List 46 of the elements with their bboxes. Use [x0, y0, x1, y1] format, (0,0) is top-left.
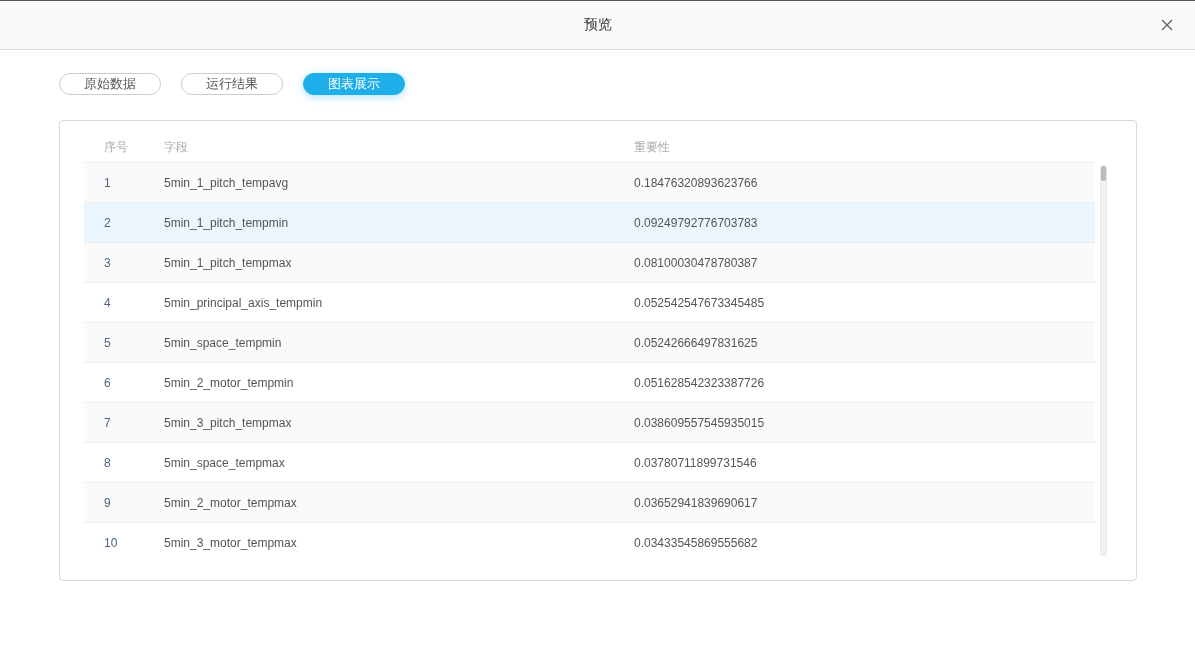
tab[interactable]: 原始数据	[59, 73, 161, 95]
table-cell: 0.051628542323387726	[634, 375, 765, 390]
close-button[interactable]	[1161, 19, 1173, 31]
table-cell-text: 5min_3_motor_tempmax	[164, 535, 298, 550]
table-cell-text: 6	[103, 375, 112, 390]
table-cell-text: 8	[103, 455, 112, 470]
tab[interactable]: 运行结果	[181, 73, 283, 95]
table-cell-text: 10	[103, 535, 119, 550]
table-cell-text: 1	[103, 175, 112, 190]
table-cell-text: 3	[103, 255, 112, 270]
table-cell-text: 5min_2_motor_tempmin	[164, 375, 295, 390]
table-cell-text: 5min_1_pitch_tempavg	[164, 175, 290, 190]
table-cell: 0.03433545869555682	[634, 535, 758, 550]
table-row[interactable]: 9 5min_2_motor_tempmax 0.03652941839690617	[84, 483, 1095, 523]
close-icon	[1161, 19, 1173, 31]
table-cell-text: 5min_space_tempmin	[164, 335, 283, 350]
table-cell-text: 9	[103, 495, 112, 510]
table-row[interactable]: 1 5min_1_pitch_tempavg 0.18476320893623766	[84, 163, 1095, 203]
table-cell-text: 5min_space_tempmax	[164, 455, 286, 470]
dialog-title: 预览	[583, 16, 612, 34]
table-row[interactable]: 3 5min_1_pitch_tempmax 0.08100030478780387	[84, 243, 1095, 283]
table-cell: 0.03652941839690617	[634, 495, 758, 510]
column-header: 字段	[164, 138, 189, 156]
table-cell-text: 7	[103, 415, 112, 430]
table-cell-text: 5min_1_pitch_tempmin	[164, 215, 290, 230]
column-header: 序号	[103, 138, 129, 156]
table-cell: 0.05242666497831625	[634, 335, 758, 350]
table-row[interactable]: 2 5min_1_pitch_tempmin 0.09249792776703783	[84, 203, 1095, 243]
table-cell-text: 5min_2_motor_tempmax	[164, 495, 298, 510]
table-cell-text: 2	[103, 215, 112, 230]
table-cell-text: 5	[103, 335, 112, 350]
table-cell-text: 5min_principal_axis_tempmin	[164, 295, 324, 310]
table-cell-text: 4	[103, 295, 112, 310]
table-cell: 0.03780711899731546	[634, 455, 757, 470]
table-cell-text: 5min_3_pitch_tempmax	[164, 415, 293, 430]
table-cell: 0.18476320893623766	[634, 175, 758, 190]
table-cell: 0.08100030478780387	[634, 255, 758, 270]
table-row[interactable]: 5 5min_space_tempmin 0.05242666497831625	[84, 323, 1095, 363]
table-cell: 0.09249792776703783	[634, 215, 758, 230]
column-header: 重要性	[634, 138, 670, 156]
table-cell-text: 5min_1_pitch_tempmax	[164, 255, 293, 270]
scrollbar-thumb[interactable]	[1101, 166, 1106, 181]
scrollbar[interactable]	[1100, 165, 1107, 556]
table-cell: 0.038609557545935015	[634, 415, 765, 430]
table-cell: 0.052542547673345485	[634, 295, 765, 310]
table-row[interactable]: 7 5min_3_pitch_tempmax 0.038609557545935015	[84, 403, 1095, 443]
